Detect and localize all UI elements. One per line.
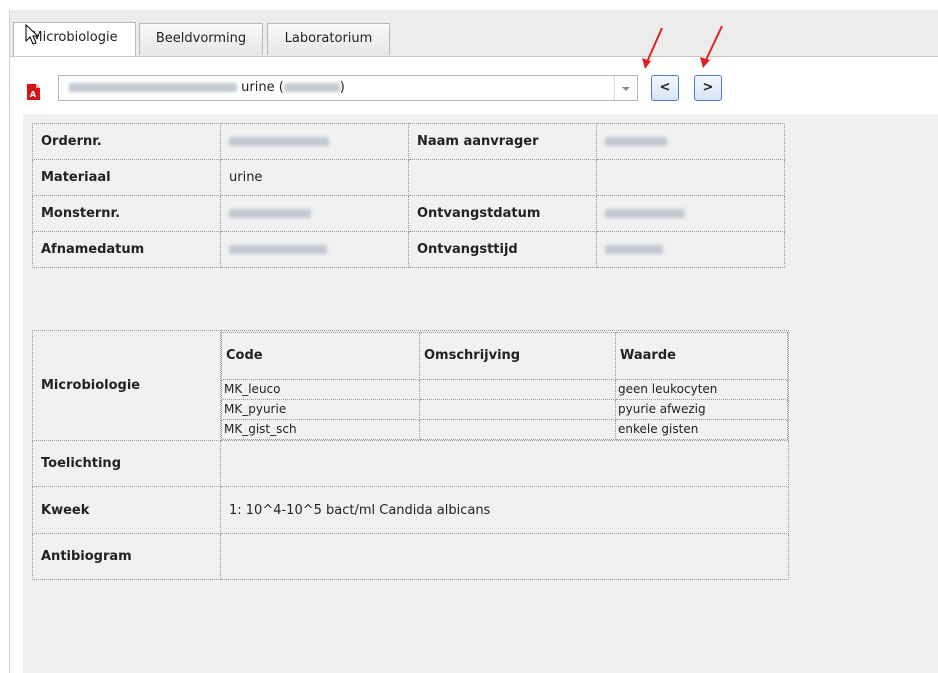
omschrijving-cell <box>419 398 616 420</box>
code-table: Code Omschrijving Waarde MK_leuco geen l… <box>221 331 788 440</box>
ontvangsttijd-label: Ontvangsttijd <box>408 231 597 268</box>
code-cell: MK_pyurie <box>221 398 420 420</box>
redacted-text <box>605 209 685 218</box>
redacted-text <box>229 137 329 146</box>
materiaal-label: Materiaal <box>32 159 221 196</box>
tab-laboratorium[interactable]: Laboratorium <box>267 23 390 55</box>
table-row: Ordernr. Naam aanvrager <box>32 123 785 160</box>
ontvangstdatum-label: Ontvangstdatum <box>408 195 597 232</box>
waarde-cell: enkele gisten <box>615 418 788 440</box>
redacted-text <box>283 83 340 92</box>
empty-cell <box>408 159 597 196</box>
code-table-cell: Code Omschrijving Waarde MK_leuco geen l… <box>220 330 789 441</box>
tab-label: Microbiologie <box>31 30 118 45</box>
empty-cell <box>596 159 785 196</box>
afnamedatum-label: Afnamedatum <box>32 231 221 268</box>
table-row: Monsternr. Ontvangstdatum <box>32 195 785 232</box>
afnamedatum-value <box>220 231 409 268</box>
mouse-cursor-icon <box>25 24 40 45</box>
toelichting-label: Toelichting <box>32 440 221 487</box>
dropdown-arrow[interactable] <box>614 76 637 100</box>
order-info-table: Ordernr. Naam aanvrager Materiaal urine … <box>32 123 785 268</box>
kweek-label: Kweek <box>32 486 221 534</box>
kweek-value: 1: 10^4-10^5 bact/ml Candida albicans <box>220 486 789 534</box>
svg-text:A: A <box>30 90 37 99</box>
tab-beeldvorming[interactable]: Beeldvorming <box>139 23 263 55</box>
table-row: MK_pyurie pyurie afwezig <box>221 398 788 420</box>
window-left-border <box>9 10 10 673</box>
chevron-down-icon <box>622 87 630 91</box>
previous-button[interactable]: < <box>651 75 679 101</box>
redacted-text <box>229 209 311 218</box>
next-button[interactable]: > <box>694 75 722 101</box>
ontvangsttijd-value <box>596 231 785 268</box>
naam-aanvrager-label: Naam aanvrager <box>408 123 597 160</box>
redacted-text <box>605 245 663 254</box>
table-row: Toelichting <box>32 440 789 487</box>
redacted-text <box>605 137 667 146</box>
microbiologie-table: Microbiologie Code Omschrijving Waarde M… <box>32 330 789 580</box>
tab-label: Laboratorium <box>284 31 373 46</box>
materiaal-value: urine <box>220 159 409 196</box>
pdf-icon[interactable]: A <box>26 84 40 100</box>
tab-bar: Microbiologie Beeldvorming Laboratorium <box>10 10 938 57</box>
column-header-code: Code <box>221 331 420 380</box>
table-row: Materiaal urine <box>32 159 785 196</box>
code-cell: MK_leuco <box>221 378 420 400</box>
document-select[interactable]: urine () <box>58 75 638 101</box>
monsternr-label: Monsternr. <box>32 195 221 232</box>
table-row: MK_gist_sch enkele gisten <box>221 418 788 440</box>
omschrijving-cell <box>419 378 616 400</box>
table-row: Afnamedatum Ontvangsttijd <box>32 231 785 268</box>
table-row: MK_leuco geen leukocyten <box>221 378 788 400</box>
table-row: Antibiogram <box>32 533 789 580</box>
tab-label: Beeldvorming <box>155 31 247 46</box>
code-cell: MK_gist_sch <box>221 418 420 440</box>
toelichting-value <box>220 440 789 487</box>
omschrijving-cell <box>419 418 616 440</box>
select-value: urine () <box>69 80 345 95</box>
ontvangstdatum-value <box>596 195 785 232</box>
waarde-cell: geen leukocyten <box>615 378 788 400</box>
redacted-text <box>229 245 327 254</box>
redacted-text <box>69 83 237 92</box>
table-row: Microbiologie Code Omschrijving Waarde M… <box>32 330 789 441</box>
table-row: Kweek 1: 10^4-10^5 bact/ml Candida albic… <box>32 486 789 534</box>
antibiogram-value <box>220 533 789 580</box>
annotation-arrows <box>642 25 723 69</box>
naam-aanvrager-value <box>596 123 785 160</box>
column-header-omschrijving: Omschrijving <box>419 331 616 380</box>
ordernr-value <box>220 123 409 160</box>
waarde-cell: pyurie afwezig <box>615 398 788 420</box>
column-header-waarde: Waarde <box>615 331 788 380</box>
antibiogram-label: Antibiogram <box>32 533 221 580</box>
table-header-row: Code Omschrijving Waarde <box>221 331 788 380</box>
monsternr-value <box>220 195 409 232</box>
ordernr-label: Ordernr. <box>32 123 221 160</box>
microbiologie-label: Microbiologie <box>32 330 221 441</box>
